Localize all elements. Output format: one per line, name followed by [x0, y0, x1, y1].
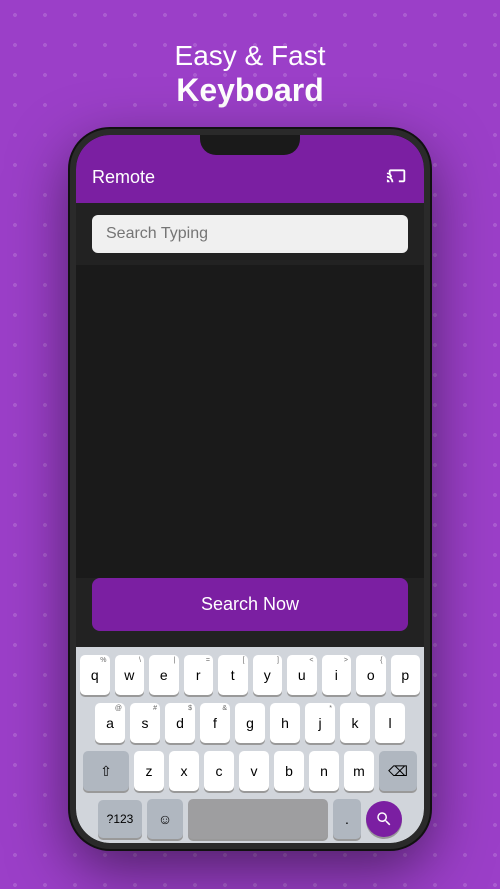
key-z[interactable]: z — [134, 751, 164, 791]
search-input[interactable] — [92, 215, 408, 253]
key-y[interactable]: ]y — [253, 655, 283, 695]
key-space[interactable] — [188, 799, 328, 839]
keyboard-row-2: @a #s $d &f g h *j k l — [80, 703, 420, 743]
app-title: Remote — [92, 167, 155, 188]
key-m[interactable]: m — [344, 751, 374, 791]
key-i[interactable]: >i — [322, 655, 352, 695]
key-c[interactable]: c — [204, 751, 234, 791]
key-p[interactable]: p — [391, 655, 421, 695]
key-numbers[interactable]: ?123 — [98, 800, 142, 838]
key-period[interactable]: . — [333, 799, 361, 839]
keyboard-row-1: %q \w |e =r [t ]y <u >i {o p — [80, 655, 420, 695]
keyboard: %q \w |e =r [t ]y <u >i {o p @a #s $d &f… — [76, 647, 424, 843]
key-j[interactable]: *j — [305, 703, 335, 743]
key-r[interactable]: =r — [184, 655, 214, 695]
phone-notch — [200, 135, 300, 155]
header-text: Easy & Fast Keyboard — [175, 40, 326, 109]
key-v[interactable]: v — [239, 751, 269, 791]
key-g[interactable]: g — [235, 703, 265, 743]
key-w[interactable]: \w — [115, 655, 145, 695]
key-e[interactable]: |e — [149, 655, 179, 695]
main-content — [76, 265, 424, 578]
header-line1: Easy & Fast — [175, 40, 326, 72]
key-f[interactable]: &f — [200, 703, 230, 743]
keyboard-row-3: ⇧ z x c v b n m ⌫ — [80, 751, 420, 791]
phone-container: Remote Search Now %q \w |e =r [t ] — [70, 129, 430, 849]
key-o[interactable]: {o — [356, 655, 386, 695]
key-b[interactable]: b — [274, 751, 304, 791]
phone-screen: Remote Search Now %q \w |e =r [t ] — [76, 135, 424, 843]
cast-icon[interactable] — [386, 163, 408, 191]
key-s[interactable]: #s — [130, 703, 160, 743]
key-x[interactable]: x — [169, 751, 199, 791]
key-l[interactable]: l — [375, 703, 405, 743]
key-q[interactable]: %q — [80, 655, 110, 695]
key-a[interactable]: @a — [95, 703, 125, 743]
key-d[interactable]: $d — [165, 703, 195, 743]
key-shift[interactable]: ⇧ — [83, 751, 129, 791]
key-backspace[interactable]: ⌫ — [379, 751, 417, 791]
key-k[interactable]: k — [340, 703, 370, 743]
key-emoji[interactable]: ☺ — [147, 799, 183, 839]
key-u[interactable]: <u — [287, 655, 317, 695]
key-h[interactable]: h — [270, 703, 300, 743]
header-line2: Keyboard — [175, 72, 326, 109]
search-now-button[interactable]: Search Now — [92, 578, 408, 631]
key-t[interactable]: [t — [218, 655, 248, 695]
search-container — [76, 203, 424, 265]
key-n[interactable]: n — [309, 751, 339, 791]
key-search[interactable] — [366, 801, 402, 837]
keyboard-bottom-row: ?123 ☺ . — [80, 799, 420, 839]
